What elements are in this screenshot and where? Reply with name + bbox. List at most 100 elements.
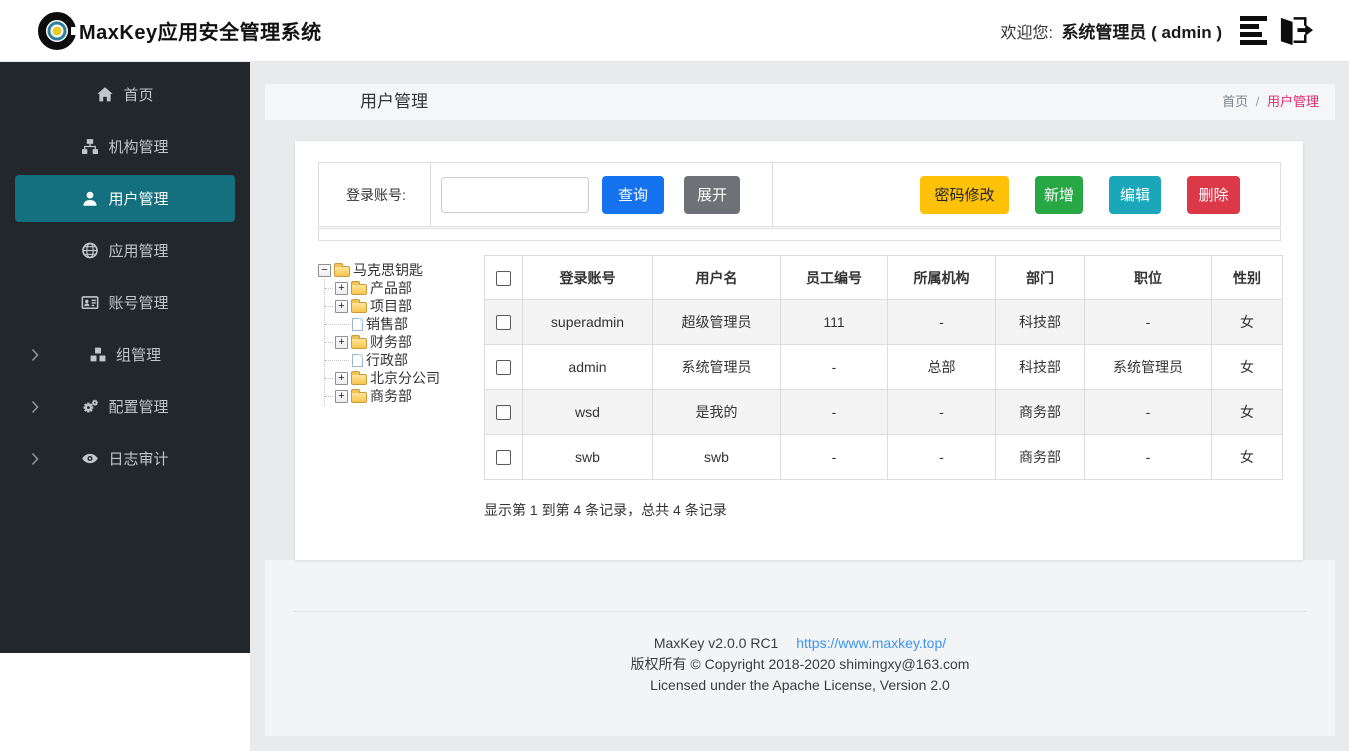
- welcome-prefix: 欢迎您:: [1001, 25, 1053, 42]
- column-header: 职位: [1085, 256, 1212, 300]
- sidebar-item-apps[interactable]: 应用管理: [15, 227, 235, 274]
- pagination-summary: 显示第 1 到第 4 条记录，总共 4 条记录: [484, 500, 1283, 520]
- folder-icon: [351, 302, 367, 313]
- footer-version-line: MaxKey v2.0.0 RC1 https://www.maxkey.top…: [265, 633, 1335, 654]
- welcome-user: 系统管理员 ( admin ): [1061, 23, 1222, 42]
- user-icon: [81, 190, 99, 207]
- column-header: 部门: [996, 256, 1085, 300]
- tree-node[interactable]: 产品部: [325, 279, 484, 297]
- eye-icon: [81, 450, 99, 467]
- sidebar: 首页 机构管理 用户管理 应用管理: [0, 62, 250, 653]
- expander-plus-icon[interactable]: [335, 390, 348, 403]
- sidebar-item-audit[interactable]: 日志审计: [15, 435, 235, 482]
- column-header: 登录账号: [523, 256, 653, 300]
- sidebar-item-label: 日志审计: [108, 448, 168, 469]
- action-buttons: 密码修改 新增 编辑 删除: [773, 163, 1280, 226]
- footer: MaxKey v2.0.0 RC1 https://www.maxkey.top…: [265, 560, 1335, 736]
- users-table-wrap: 登录账号 用户名 员工编号 所属机构 部门 职位 性别 superadmin 超…: [484, 255, 1283, 520]
- expander-plus-icon[interactable]: [335, 372, 348, 385]
- folder-icon: [351, 392, 367, 403]
- folder-icon: [351, 338, 367, 349]
- chevron-right-icon: [31, 348, 39, 362]
- globe-icon: [81, 242, 99, 259]
- footer-divider: [293, 611, 1307, 612]
- page-header-bar: 用户管理 首页 / 用户管理: [265, 84, 1335, 120]
- breadcrumb-current: 用户管理: [1267, 94, 1319, 109]
- expander-minus-icon[interactable]: [318, 264, 331, 277]
- chevron-right-icon: [31, 400, 39, 414]
- sidebar-item-config[interactable]: 配置管理: [15, 383, 235, 430]
- tree-node-root[interactable]: 马克思钥匙: [318, 261, 484, 279]
- tree-node[interactable]: 商务部: [325, 387, 484, 405]
- login-account-input[interactable]: [441, 177, 589, 213]
- change-password-button[interactable]: 密码修改: [920, 176, 1009, 214]
- sidebar-item-home[interactable]: 首页: [15, 71, 235, 118]
- users-table: 登录账号 用户名 员工编号 所属机构 部门 职位 性别 superadmin 超…: [484, 255, 1283, 480]
- tree-node[interactable]: 北京分公司: [325, 369, 484, 387]
- sidebar-item-users[interactable]: 用户管理: [15, 175, 235, 222]
- cubes-icon: [89, 346, 107, 363]
- column-header: 所属机构: [888, 256, 996, 300]
- maxkey-logo-icon: [38, 12, 76, 50]
- tree-node[interactable]: 行政部: [325, 351, 484, 369]
- search-input-cell: 查询 展开: [431, 163, 773, 226]
- expander-plus-icon[interactable]: [335, 282, 348, 295]
- sidebar-item-label: 应用管理: [108, 240, 168, 261]
- footer-copyright: 版权所有 © Copyright 2018-2020 shimingxy@163…: [265, 654, 1335, 675]
- row-checkbox[interactable]: [496, 360, 511, 375]
- tree-children: 产品部 项目部 销售部 财务部: [324, 279, 484, 405]
- select-all-checkbox[interactable]: [496, 271, 511, 286]
- document-icon: [352, 318, 363, 331]
- maxkey-link[interactable]: https://www.maxkey.top/: [796, 635, 946, 651]
- tree-node[interactable]: 销售部: [325, 315, 484, 333]
- sidebar-item-label: 机构管理: [108, 136, 168, 157]
- table-row[interactable]: wsd 是我的 - - 商务部 - 女: [485, 390, 1283, 435]
- sidebar-item-label: 用户管理: [108, 188, 168, 209]
- edit-button[interactable]: 编辑: [1109, 176, 1161, 214]
- gears-icon: [81, 398, 99, 415]
- column-header: 性别: [1212, 256, 1283, 300]
- brand: MaxKey应用安全管理系统: [0, 12, 322, 50]
- row-checkbox[interactable]: [496, 315, 511, 330]
- expander-plus-icon[interactable]: [335, 300, 348, 313]
- sidebar-item-groups[interactable]: 组管理: [15, 331, 235, 378]
- breadcrumb: 首页 / 用户管理: [1222, 84, 1319, 120]
- folder-open-icon: [334, 266, 350, 277]
- app-title: MaxKey应用安全管理系统: [79, 16, 322, 45]
- tree-node[interactable]: 财务部: [325, 333, 484, 351]
- top-header: MaxKey应用安全管理系统 欢迎您: 系统管理员 ( admin ): [0, 0, 1349, 62]
- page-title: 用户管理: [360, 84, 428, 120]
- tree-node[interactable]: 项目部: [325, 297, 484, 315]
- add-button[interactable]: 新增: [1035, 176, 1083, 214]
- document-icon: [352, 354, 363, 367]
- table-row[interactable]: swb swb - - 商务部 - 女: [485, 435, 1283, 480]
- advanced-search-collapsed-strip: [318, 228, 1281, 241]
- menu-lines-icon[interactable]: [1240, 16, 1268, 46]
- table-header-row: 登录账号 用户名 员工编号 所属机构 部门 职位 性别: [485, 256, 1283, 300]
- folder-icon: [351, 374, 367, 385]
- sidebar-item-label: 组管理: [116, 344, 161, 365]
- breadcrumb-separator: /: [1256, 94, 1260, 109]
- logout-door-icon[interactable]: [1278, 15, 1315, 47]
- org-tree: 马克思钥匙 产品部 项目部 销售部: [318, 255, 484, 520]
- column-header: 员工编号: [781, 256, 888, 300]
- footer-version: MaxKey v2.0.0 RC1: [654, 635, 779, 651]
- breadcrumb-home[interactable]: 首页: [1222, 94, 1248, 109]
- sidebar-item-org[interactable]: 机构管理: [15, 123, 235, 170]
- column-header: 用户名: [653, 256, 781, 300]
- table-row[interactable]: superadmin 超级管理员 111 - 科技部 - 女: [485, 300, 1283, 345]
- sidebar-item-accounts[interactable]: 账号管理: [15, 279, 235, 326]
- search-toolbar: 登录账号: 查询 展开 密码修改 新增 编辑 删除: [318, 162, 1281, 227]
- row-checkbox[interactable]: [496, 405, 511, 420]
- table-row[interactable]: admin 系统管理员 - 总部 科技部 系统管理员 女: [485, 345, 1283, 390]
- content-area: 用户管理 首页 / 用户管理 MaxKey v2.0.0 RC1 https:/…: [250, 62, 1349, 751]
- chevron-right-icon: [31, 452, 39, 466]
- delete-button[interactable]: 删除: [1187, 176, 1240, 214]
- expander-plus-icon[interactable]: [335, 336, 348, 349]
- header-right: 欢迎您: 系统管理员 ( admin ): [1001, 15, 1349, 47]
- main-card: 登录账号: 查询 展开 密码修改 新增 编辑 删除 马克思钥匙: [295, 141, 1303, 560]
- row-checkbox[interactable]: [496, 450, 511, 465]
- query-button[interactable]: 查询: [602, 176, 664, 214]
- main-row: 马克思钥匙 产品部 项目部 销售部: [318, 255, 1283, 520]
- expand-button[interactable]: 展开: [684, 176, 740, 214]
